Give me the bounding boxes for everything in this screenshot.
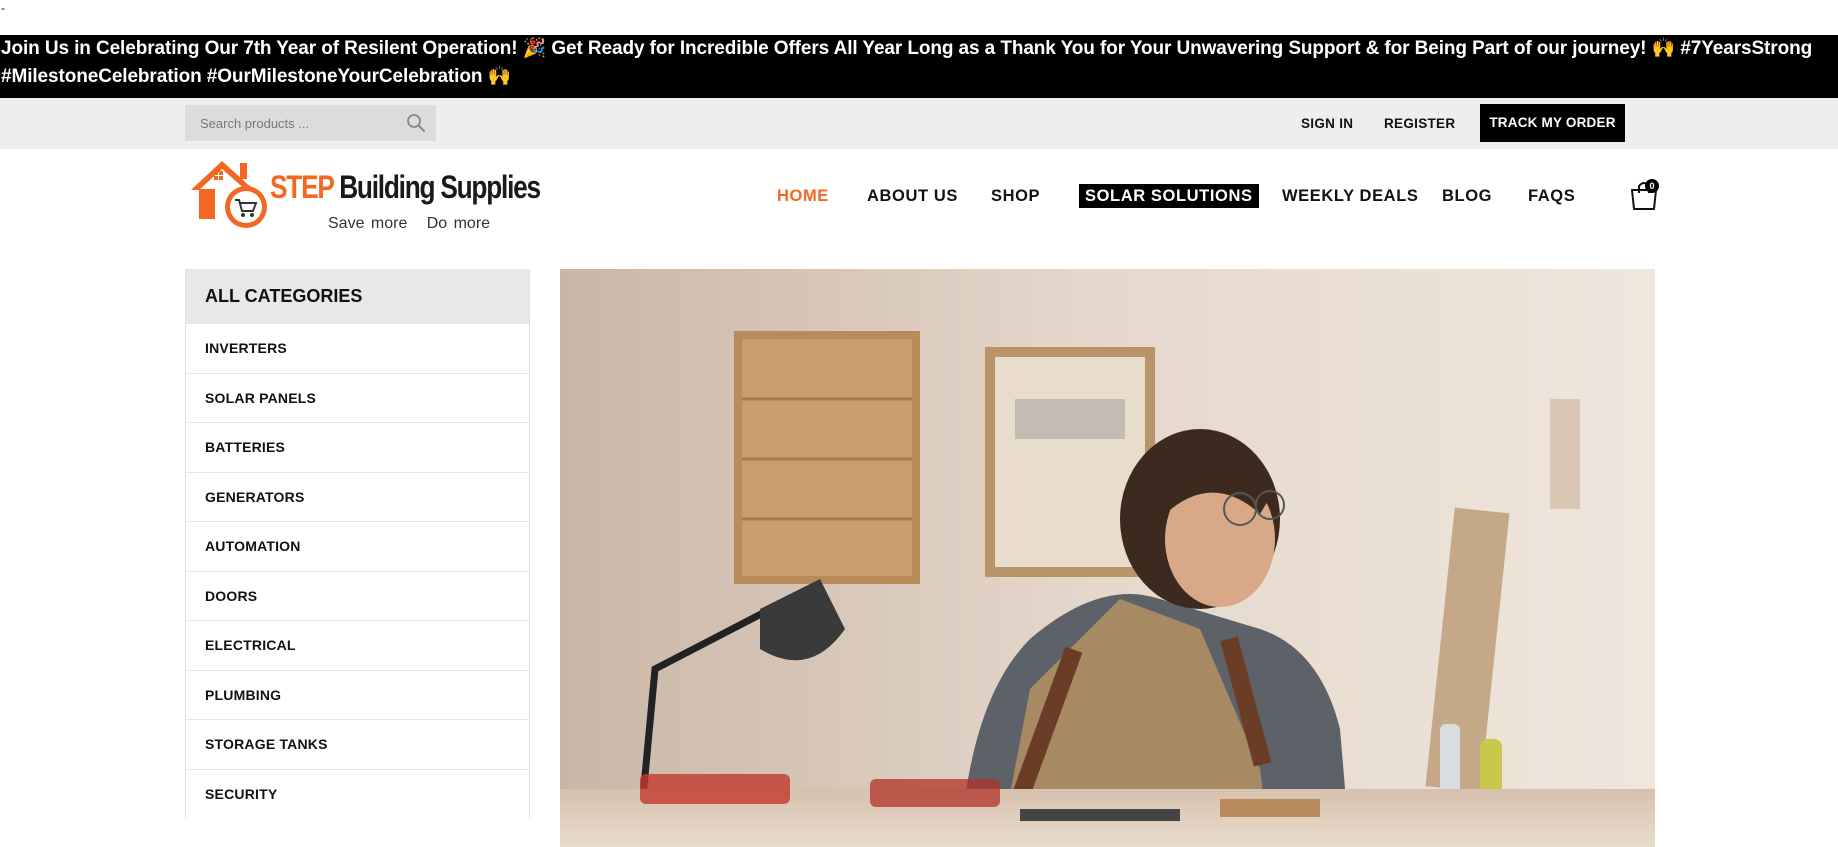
top-bar: SIGN IN REGISTER TRACK MY ORDER: [0, 98, 1838, 149]
category-item-inverters[interactable]: INVERTERS: [186, 324, 529, 374]
nav-blog[interactable]: BLOG: [1442, 181, 1492, 211]
category-item-storage-tanks[interactable]: STORAGE TANKS: [186, 720, 529, 770]
category-item-plumbing[interactable]: PLUMBING: [186, 670, 529, 720]
raised-hands-icon: 🙌: [1651, 38, 1676, 59]
nav-shop[interactable]: SHOP: [991, 181, 1040, 211]
brand-step: STEP: [270, 169, 334, 205]
category-sidebar: ALL CATEGORIES INVERTERS SOLAR PANELS BA…: [185, 269, 530, 819]
category-item-batteries[interactable]: BATTERIES: [186, 423, 529, 473]
announcement-text-1: Join Us in Celebrating Our 7th Year of R…: [1, 38, 523, 59]
raised-hands-icon: 🙌: [487, 66, 512, 87]
nav-home[interactable]: HOME: [777, 181, 829, 211]
category-item-security[interactable]: SECURITY: [186, 769, 529, 819]
brand-name: STEP Building Supplies: [270, 169, 541, 206]
track-order-button[interactable]: TRACK MY ORDER: [1480, 104, 1625, 142]
cart-count-badge: 0: [1645, 179, 1659, 193]
category-item-automation[interactable]: AUTOMATION: [186, 522, 529, 572]
category-item-solar-panels[interactable]: SOLAR PANELS: [186, 373, 529, 423]
workshop-photo: [560, 269, 1655, 847]
announcement-bar: Join Us in Celebrating Our 7th Year of R…: [0, 35, 1838, 98]
brand-rest: Building Supplies: [339, 169, 541, 205]
category-item-doors[interactable]: DOORS: [186, 571, 529, 621]
search-input[interactable]: [200, 115, 400, 131]
category-item-generators[interactable]: GENERATORS: [186, 472, 529, 522]
site-logo[interactable]: STEP Building Supplies Save more Do more: [188, 157, 548, 237]
nav-about-us[interactable]: ABOUT US: [867, 181, 958, 211]
nav-faqs[interactable]: FAQS: [1528, 181, 1575, 211]
categories-title: ALL CATEGORIES: [186, 269, 529, 324]
search-icon[interactable]: [406, 113, 426, 133]
stray-mark: -: [1, 1, 5, 15]
search-box: [185, 105, 436, 141]
brand-tagline: Save more Do more: [328, 215, 491, 232]
site-header: STEP Building Supplies Save more Do more…: [0, 149, 1838, 269]
announcement-text-2: Get Ready for Incredible Offers All Year…: [546, 38, 1652, 59]
party-popper-icon: 🎉: [522, 38, 547, 59]
register-link[interactable]: REGISTER: [1384, 98, 1455, 149]
nav-weekly-deals[interactable]: WEEKLY DEALS: [1282, 181, 1418, 211]
hero-banner-image[interactable]: [560, 269, 1655, 847]
nav-solar-solutions[interactable]: SOLAR SOLUTIONS: [1079, 184, 1259, 208]
category-item-electrical[interactable]: ELECTRICAL: [186, 621, 529, 671]
sign-in-link[interactable]: SIGN IN: [1301, 98, 1353, 149]
house-cart-logo-icon: [191, 161, 267, 228]
